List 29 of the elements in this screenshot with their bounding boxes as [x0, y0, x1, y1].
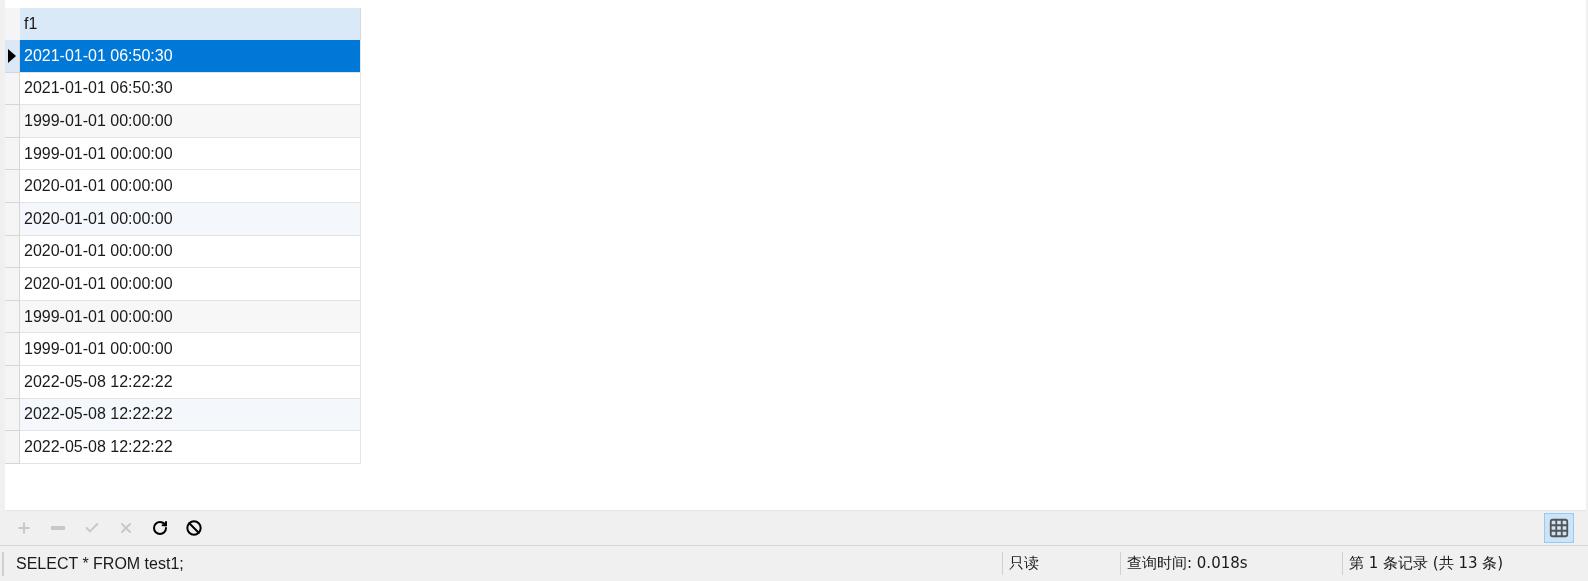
query-time: 查询时间: 0.018s — [1120, 552, 1342, 575]
table-cell[interactable]: 2020-01-01 00:00:00 — [20, 268, 361, 301]
refresh-button[interactable] — [150, 518, 170, 538]
mode-status: 只读 — [1002, 552, 1120, 575]
add-icon — [16, 520, 32, 536]
table-cell[interactable]: 2022-05-08 12:22:22 — [20, 365, 361, 399]
table-cell[interactable]: 2021-01-01 06:50:30 — [20, 72, 361, 106]
table-cell[interactable]: 2020-01-01 00:00:00 — [20, 170, 361, 203]
grid-view-button[interactable] — [1544, 513, 1574, 543]
table-cell[interactable]: 1999-01-01 00:00:00 — [20, 333, 361, 366]
row-header[interactable] — [5, 40, 20, 73]
table-cell[interactable]: 2022-05-08 12:22:22 — [20, 398, 361, 432]
table-cell[interactable]: 1999-01-01 00:00:00 — [20, 300, 361, 334]
table-cell[interactable]: 2022-05-08 12:22:22 — [20, 431, 361, 464]
current-row-icon — [8, 48, 16, 63]
minus-icon — [51, 526, 65, 530]
close-icon — [118, 520, 134, 536]
column-header[interactable]: f1 — [20, 8, 361, 40]
grid-icon — [1548, 517, 1570, 539]
table-cell[interactable]: 1999-01-01 00:00:00 — [20, 137, 361, 171]
table-cell[interactable]: 2020-01-01 00:00:00 — [20, 235, 361, 269]
table-cell[interactable]: 1999-01-01 00:00:00 — [20, 105, 361, 138]
sql-query: SELECT * FROM test1; — [2, 551, 1002, 576]
record-status: 第 1 条记录 (共 13 条) — [1342, 552, 1504, 575]
stop-icon — [186, 520, 202, 536]
table-cell[interactable]: 2021-01-01 06:50:30 — [20, 40, 361, 73]
refresh-icon — [152, 520, 168, 536]
stop-button[interactable] — [184, 518, 204, 538]
table-cell[interactable]: 2020-01-01 00:00:00 — [20, 202, 361, 236]
